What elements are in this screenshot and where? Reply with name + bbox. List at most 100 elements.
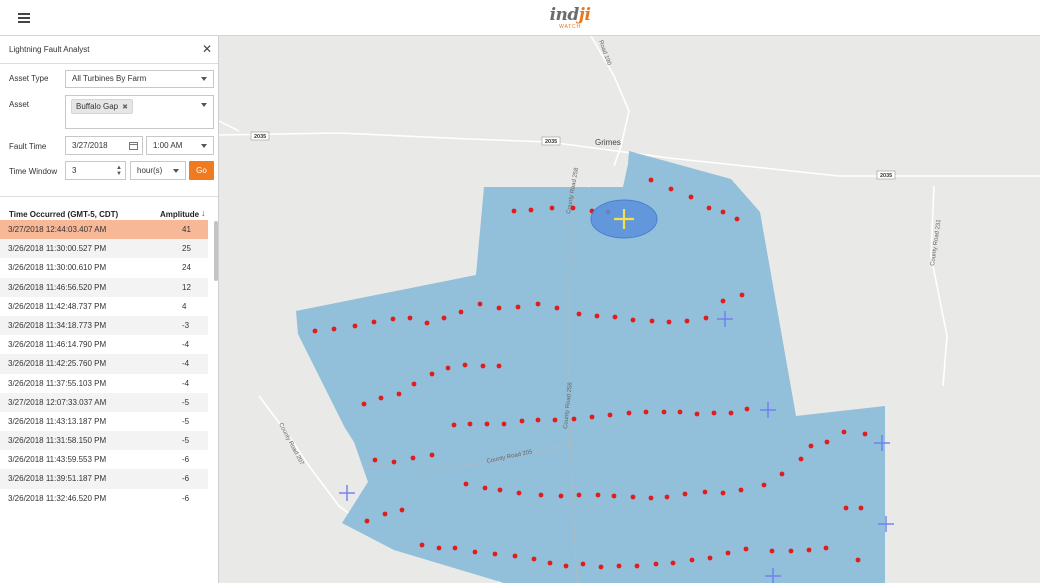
turbine-marker[interactable]	[862, 431, 868, 437]
turbine-marker[interactable]	[382, 511, 388, 517]
turbine-marker[interactable]	[411, 381, 417, 387]
turbine-marker[interactable]	[580, 561, 586, 567]
turbine-marker[interactable]	[634, 563, 640, 569]
turbine-marker[interactable]	[501, 421, 507, 427]
table-row[interactable]: 3/27/2018 12:07:33.037 AM -5	[0, 392, 208, 412]
turbine-marker[interactable]	[648, 177, 654, 183]
table-row[interactable]: 3/26/2018 11:42:25.760 PM -4	[0, 354, 208, 374]
scrollbar[interactable]	[214, 221, 218, 281]
turbine-marker[interactable]	[703, 315, 709, 321]
turbine-marker[interactable]	[571, 416, 577, 422]
turbine-marker[interactable]	[841, 429, 847, 435]
turbine-marker[interactable]	[643, 409, 649, 415]
turbine-marker[interactable]	[547, 560, 553, 566]
turbine-marker[interactable]	[806, 547, 812, 553]
turbine-marker[interactable]	[512, 553, 518, 559]
asset-multiselect[interactable]: Buffalo Gap ✖	[65, 95, 214, 129]
close-icon[interactable]: ✕	[202, 42, 212, 56]
turbine-marker[interactable]	[472, 549, 478, 555]
turbine-marker[interactable]	[480, 363, 486, 369]
column-header-time[interactable]: Time Occurred (GMT-5, CDT)	[9, 210, 118, 219]
turbine-marker[interactable]	[429, 452, 435, 458]
turbine-marker[interactable]	[554, 305, 560, 311]
table-row[interactable]: 3/26/2018 11:46:14.790 PM -4	[0, 335, 208, 354]
turbine-marker[interactable]	[576, 492, 582, 498]
turbine-marker[interactable]	[497, 487, 503, 493]
remove-tag-icon[interactable]: ✖	[122, 104, 128, 111]
turbine-marker[interactable]	[378, 395, 384, 401]
turbine-marker[interactable]	[312, 328, 318, 334]
turbine-marker[interactable]	[589, 414, 595, 420]
turbine-marker[interactable]	[598, 564, 604, 570]
turbine-marker[interactable]	[670, 560, 676, 566]
turbine-marker[interactable]	[441, 315, 447, 321]
turbine-marker[interactable]	[855, 557, 861, 563]
spinner-arrows-icon[interactable]: ▲ ▼	[116, 165, 122, 177]
turbine-marker[interactable]	[858, 505, 864, 511]
turbine-marker[interactable]	[607, 412, 613, 418]
turbine-marker[interactable]	[739, 292, 745, 298]
turbine-marker[interactable]	[823, 545, 829, 551]
turbine-marker[interactable]	[688, 194, 694, 200]
turbine-marker[interactable]	[689, 557, 695, 563]
turbine-marker[interactable]	[616, 563, 622, 569]
turbine-marker[interactable]	[558, 493, 564, 499]
turbine-marker[interactable]	[720, 490, 726, 496]
turbine-marker[interactable]	[769, 548, 775, 554]
turbine-marker[interactable]	[462, 362, 468, 368]
turbine-marker[interactable]	[798, 456, 804, 462]
map-canvas[interactable]: Grimes 2035 2035 2035 Road 190 County Ro…	[219, 36, 1040, 583]
turbine-marker[interactable]	[743, 546, 749, 552]
turbine-marker[interactable]	[630, 494, 636, 500]
hamburger-menu-icon[interactable]	[18, 13, 30, 23]
column-header-amplitude[interactable]: Amplitude	[160, 210, 199, 219]
turbine-marker[interactable]	[682, 491, 688, 497]
turbine-marker[interactable]	[511, 208, 517, 214]
turbine-marker[interactable]	[728, 410, 734, 416]
table-row[interactable]: 3/26/2018 11:39:51.187 PM -6	[0, 469, 208, 489]
turbine-marker[interactable]	[467, 421, 473, 427]
turbine-marker[interactable]	[711, 410, 717, 416]
turbine-marker[interactable]	[331, 326, 337, 332]
turbine-marker[interactable]	[702, 489, 708, 495]
turbine-marker[interactable]	[677, 409, 683, 415]
turbine-marker[interactable]	[576, 311, 582, 317]
turbine-marker[interactable]	[391, 459, 397, 465]
turbine-marker[interactable]	[648, 495, 654, 501]
turbine-marker[interactable]	[808, 443, 814, 449]
turbine-marker[interactable]	[664, 494, 670, 500]
calendar-icon[interactable]	[129, 142, 138, 150]
table-row[interactable]: 3/27/2018 12:44:03.407 AM 41	[0, 220, 208, 240]
turbine-marker[interactable]	[515, 304, 521, 310]
turbine-marker[interactable]	[720, 209, 726, 215]
turbine-marker[interactable]	[396, 391, 402, 397]
turbine-marker[interactable]	[738, 487, 744, 493]
turbine-marker[interactable]	[451, 422, 457, 428]
table-row[interactable]: 3/26/2018 11:43:59.553 PM -6	[0, 450, 208, 469]
turbine-marker[interactable]	[477, 301, 483, 307]
turbine-marker[interactable]	[706, 205, 712, 211]
turbine-marker[interactable]	[744, 406, 750, 412]
turbine-marker[interactable]	[364, 518, 370, 524]
turbine-marker[interactable]	[666, 319, 672, 325]
turbine-marker[interactable]	[630, 317, 636, 323]
map-view[interactable]: Grimes 2035 2035 2035 Road 190 County Ro…	[219, 36, 1040, 583]
turbine-marker[interactable]	[496, 305, 502, 311]
turbine-marker[interactable]	[458, 309, 464, 315]
turbine-marker[interactable]	[653, 561, 659, 567]
turbine-marker[interactable]	[612, 314, 618, 320]
turbine-marker[interactable]	[563, 563, 569, 569]
turbine-marker[interactable]	[725, 550, 731, 556]
turbine-marker[interactable]	[661, 409, 667, 415]
lightning-strike-marker[interactable]	[339, 485, 355, 501]
turbine-marker[interactable]	[452, 545, 458, 551]
turbine-marker[interactable]	[419, 542, 425, 548]
turbine-marker[interactable]	[549, 205, 555, 211]
turbine-marker[interactable]	[352, 323, 358, 329]
table-row[interactable]: 3/26/2018 11:34:18.773 PM -3	[0, 315, 208, 336]
turbine-marker[interactable]	[496, 363, 502, 369]
turbine-marker[interactable]	[436, 545, 442, 551]
sort-desc-arrow-icon[interactable]: ↓	[201, 208, 206, 218]
turbine-marker[interactable]	[429, 371, 435, 377]
turbine-marker[interactable]	[482, 485, 488, 491]
